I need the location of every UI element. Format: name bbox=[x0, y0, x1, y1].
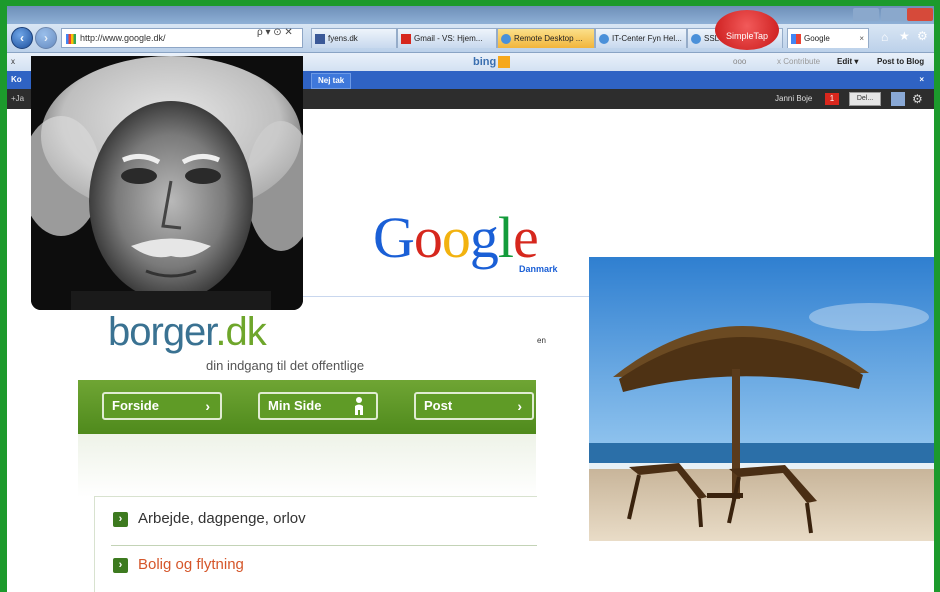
google-plus-link[interactable]: +Ja bbox=[11, 89, 24, 109]
einstein-portrait-image bbox=[31, 56, 303, 310]
browser-titlebar bbox=[7, 6, 934, 24]
borger-tagline: din indgang til det offentlige bbox=[206, 358, 365, 373]
list-item[interactable]: › Bolig og flytning bbox=[113, 555, 244, 575]
chevron-right-icon: › bbox=[205, 398, 210, 414]
promo-bar-text: Ko bbox=[11, 75, 22, 84]
beach-umbrella-image bbox=[589, 257, 934, 541]
google-country-label: Danmark bbox=[519, 264, 558, 274]
ie-icon bbox=[501, 34, 511, 44]
gmail-icon bbox=[401, 34, 411, 44]
tab-gmail[interactable]: Gmail - VS: Hjem... bbox=[397, 28, 497, 48]
back-button[interactable]: ‹ bbox=[11, 27, 33, 49]
google-logo: Google bbox=[373, 205, 539, 270]
address-bar-row: ‹ › http://www.google.dk/ ρ ▾ ⊙ ✕ fyens.… bbox=[7, 10, 934, 53]
borger-dk-screenshot: borger.dk din indgang til det offentlige… bbox=[78, 310, 537, 592]
borger-content: › Arbejde, dagpenge, orlov › Bolig og flyt… bbox=[78, 434, 537, 592]
topic-list: › Arbejde, dagpenge, orlov › Bolig og flyt… bbox=[94, 496, 537, 592]
url-text: http://www.google.dk/ bbox=[80, 33, 166, 43]
favorites-star-icon[interactable]: ★ bbox=[899, 29, 910, 43]
search-box-value[interactable]: ooo bbox=[733, 53, 746, 71]
restore-button[interactable] bbox=[881, 8, 907, 21]
google-snippet-text: en bbox=[537, 336, 546, 345]
borger-nav-bar: Forside › Min Side Post › bbox=[78, 380, 536, 434]
chevron-right-icon: › bbox=[113, 512, 128, 527]
nav-post-button[interactable]: Post › bbox=[414, 392, 534, 420]
ie-icon bbox=[599, 34, 609, 44]
tab-remote-desktop[interactable]: Remote Desktop ... bbox=[497, 28, 595, 48]
tab-google[interactable]: Google × bbox=[787, 28, 869, 48]
contribute-link[interactable]: x Contribute bbox=[777, 53, 820, 71]
home-icon[interactable]: ⌂ bbox=[881, 30, 888, 44]
borger-logo[interactable]: borger.dk bbox=[108, 310, 267, 355]
edit-button[interactable]: Edit ▾ bbox=[837, 53, 858, 71]
forward-button[interactable]: › bbox=[35, 27, 57, 49]
list-item[interactable]: › Arbejde, dagpenge, orlov bbox=[113, 509, 306, 529]
person-icon bbox=[355, 397, 363, 415]
bing-search[interactable]: bing bbox=[473, 53, 511, 71]
url-controls[interactable]: ρ ▾ ⊙ ✕ bbox=[257, 27, 293, 38]
promo-close-icon[interactable]: × bbox=[919, 71, 924, 89]
close-window-button[interactable] bbox=[907, 8, 933, 21]
bing-search-icon[interactable] bbox=[498, 56, 511, 69]
no-thanks-button[interactable]: Nej tak bbox=[311, 73, 352, 89]
share-button[interactable]: Del... bbox=[849, 92, 881, 106]
google-favicon-icon bbox=[66, 33, 76, 44]
chevron-right-icon: › bbox=[517, 398, 522, 414]
avatar[interactable] bbox=[891, 92, 905, 106]
minimize-button[interactable] bbox=[853, 8, 879, 21]
google-settings-gear-icon[interactable]: ⚙ bbox=[912, 89, 923, 109]
google-icon bbox=[791, 34, 801, 44]
facebook-icon bbox=[315, 34, 325, 44]
user-name[interactable]: Janni Boje bbox=[775, 89, 812, 109]
settings-gear-icon[interactable]: ⚙ bbox=[917, 29, 928, 43]
toolbar-close-icon[interactable]: x bbox=[11, 53, 15, 71]
simpletap-badge[interactable]: SimpleTap bbox=[715, 10, 779, 50]
nav-min-side-button[interactable]: Min Side bbox=[258, 392, 378, 420]
post-to-blog-button[interactable]: Post to Blog bbox=[877, 53, 924, 71]
collage-frame: ‹ › http://www.google.dk/ ρ ▾ ⊙ ✕ fyens.… bbox=[7, 6, 934, 592]
tab-it-center[interactable]: IT-Center Fyn Hel... bbox=[595, 28, 687, 48]
list-divider bbox=[111, 545, 537, 546]
close-tab-icon[interactable]: × bbox=[859, 29, 864, 48]
chevron-right-icon: › bbox=[113, 558, 128, 573]
tab-fyens[interactable]: fyens.dk bbox=[311, 28, 397, 48]
notification-badge[interactable]: 1 bbox=[825, 93, 839, 105]
nav-forside-button[interactable]: Forside › bbox=[102, 392, 222, 420]
ie-icon bbox=[691, 34, 701, 44]
google-divider bbox=[303, 296, 603, 297]
